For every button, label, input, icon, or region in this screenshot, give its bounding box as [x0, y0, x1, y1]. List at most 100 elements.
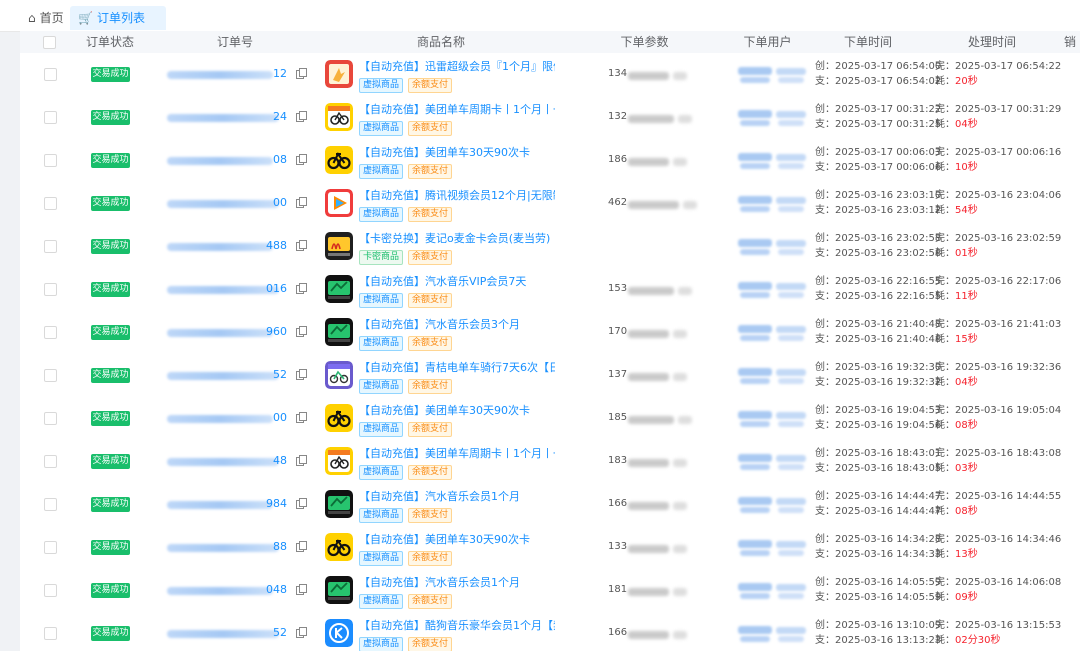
- product-name-link[interactable]: 【卡密兑换】麦记o麦金卡会员(麦当劳)『1个月』: [359, 230, 555, 246]
- order-user[interactable]: [738, 194, 808, 214]
- order-user[interactable]: [738, 452, 808, 472]
- row-checkbox[interactable]: [44, 326, 57, 339]
- copy-icon[interactable]: [296, 369, 307, 380]
- table-row[interactable]: 交易成功 048 【自动充值】汽水音乐会员1个月 虚拟商品 余额支付 181 创：…: [20, 569, 1080, 613]
- table-header: 订单状态 订单号 商品名称 下单参数 下单用户 下单时间 处理时间 销: [20, 31, 1080, 54]
- row-checkbox[interactable]: [44, 240, 57, 253]
- order-user[interactable]: [738, 323, 808, 343]
- order-number[interactable]: 52: [167, 626, 307, 639]
- row-checkbox[interactable]: [44, 369, 57, 382]
- pay-method-tag: 余额支付: [408, 293, 453, 308]
- tab-home[interactable]: ⌂ 首页: [20, 6, 72, 30]
- table-row[interactable]: 交易成功 52 【自动充值】青桔电单车骑行7天6次【日限4次】 虚拟商品余额支付…: [20, 354, 1080, 398]
- product-name-link[interactable]: 【自动充值】迅雷超级会员『1个月』限价30: [359, 58, 555, 74]
- copy-icon[interactable]: [296, 627, 307, 638]
- product-name-link[interactable]: 【自动充值】汽水音乐会员1个月: [359, 574, 555, 590]
- order-user[interactable]: [738, 366, 808, 386]
- row-checkbox[interactable]: [44, 498, 57, 511]
- table-row[interactable]: 交易成功 984 【自动充值】汽水音乐会员1个月 虚拟商品 余额支付 166 创：…: [20, 483, 1080, 527]
- order-user[interactable]: [738, 409, 808, 429]
- row-checkbox[interactable]: [44, 68, 57, 81]
- order-number[interactable]: 00: [167, 411, 307, 424]
- order-user[interactable]: [738, 65, 808, 85]
- done-time: 2025-03-16 19:05:04: [955, 405, 1062, 416]
- product-name-link[interactable]: 【自动充值】汽水音乐会员1个月: [359, 488, 555, 504]
- copy-icon[interactable]: [296, 240, 307, 251]
- table-row[interactable]: 交易成功 12 【自动充值】迅雷超级会员『1个月』限价30 虚拟商品余额支付 1…: [20, 53, 1080, 97]
- table-row[interactable]: 交易成功 00 【自动充值】美团单车30天90次卡 虚拟商品 余额支付 185 创…: [20, 397, 1080, 441]
- row-checkbox[interactable]: [44, 111, 57, 124]
- table-row[interactable]: 交易成功 488 【卡密兑换】麦记o麦金卡会员(麦当劳)『1个月』 卡密商品余额…: [20, 225, 1080, 269]
- col-more[interactable]: 销: [1060, 31, 1080, 53]
- col-product[interactable]: 商品名称: [320, 31, 562, 53]
- order-number[interactable]: 24: [167, 110, 307, 123]
- order-number[interactable]: 00: [167, 196, 307, 209]
- order-number[interactable]: 488: [167, 239, 307, 252]
- copy-icon[interactable]: [296, 541, 307, 552]
- param-prefix: 166: [608, 627, 628, 638]
- product-name-link[interactable]: 【自动充值】美团单车30天90次卡: [359, 531, 555, 547]
- table-row[interactable]: 交易成功 88 【自动充值】美团单车30天90次卡 虚拟商品 余额支付 133 创…: [20, 526, 1080, 570]
- row-checkbox[interactable]: [44, 197, 57, 210]
- col-user[interactable]: 下单用户: [727, 31, 808, 53]
- order-user[interactable]: [738, 237, 808, 257]
- row-checkbox[interactable]: [44, 154, 57, 167]
- copy-icon[interactable]: [296, 111, 307, 122]
- order-number[interactable]: 048: [167, 583, 307, 596]
- col-params[interactable]: 下单参数: [562, 31, 727, 53]
- col-order-no[interactable]: 订单号: [150, 31, 320, 53]
- order-user[interactable]: [738, 151, 808, 171]
- row-checkbox[interactable]: [44, 412, 57, 425]
- order-number[interactable]: 016: [167, 282, 307, 295]
- copy-icon[interactable]: [296, 283, 307, 294]
- product-name-link[interactable]: 【自动充值】美团单车周期卡丨1个月丨一天两次: [359, 445, 555, 461]
- table-row[interactable]: 交易成功 08 【自动充值】美团单车30天90次卡 虚拟商品 余额支付 186 创…: [20, 139, 1080, 183]
- product-name-link[interactable]: 【自动充值】美团单车30天90次卡: [359, 144, 555, 160]
- product-name-link[interactable]: 【自动充值】青桔电单车骑行7天6次【日限4次】: [359, 359, 555, 375]
- order-user[interactable]: [738, 280, 808, 300]
- row-checkbox[interactable]: [44, 627, 57, 640]
- col-process[interactable]: 处理时间: [928, 31, 1056, 53]
- order-number[interactable]: 12: [167, 67, 307, 80]
- product-name-link[interactable]: 【自动充值】美团单车周期卡丨1个月丨一天两次: [359, 101, 555, 117]
- order-number[interactable]: 52: [167, 368, 307, 381]
- copy-icon[interactable]: [296, 412, 307, 423]
- order-user[interactable]: [738, 624, 808, 644]
- row-checkbox[interactable]: [44, 283, 57, 296]
- row-checkbox[interactable]: [44, 455, 57, 468]
- table-row[interactable]: 交易成功 016 【自动充值】汽水音乐VIP会员7天 虚拟商品 余额支付 153 …: [20, 268, 1080, 312]
- product-name-link[interactable]: 【自动充值】酷狗音乐豪华会员1个月【禁止抖音】: [359, 617, 555, 633]
- row-checkbox[interactable]: [44, 541, 57, 554]
- order-user[interactable]: [738, 495, 808, 515]
- order-user[interactable]: [738, 538, 808, 558]
- row-checkbox[interactable]: [44, 584, 57, 597]
- created-label: 创：: [815, 577, 835, 588]
- copy-icon[interactable]: [296, 154, 307, 165]
- col-time[interactable]: 下单时间: [808, 31, 928, 53]
- table-row[interactable]: 交易成功 48 【自动充值】美团单车周期卡丨1个月丨一天两次 虚拟商品余额支付 …: [20, 440, 1080, 484]
- copy-icon[interactable]: [296, 584, 307, 595]
- copy-icon[interactable]: [296, 326, 307, 337]
- col-status[interactable]: 订单状态: [70, 31, 150, 53]
- table-row[interactable]: 交易成功 00 【自动充值】腾讯视频会员12个月|无限制 虚拟商品 余额支付 46…: [20, 182, 1080, 226]
- order-number[interactable]: 88: [167, 540, 307, 553]
- order-user[interactable]: [738, 581, 808, 601]
- order-number[interactable]: 960: [167, 325, 307, 338]
- copy-icon[interactable]: [296, 197, 307, 208]
- product-name-link[interactable]: 【自动充值】汽水音乐会员3个月: [359, 316, 555, 332]
- tab-order-list[interactable]: 🛒订单列表×: [70, 6, 166, 49]
- copy-icon[interactable]: [296, 498, 307, 509]
- order-number[interactable]: 08: [167, 153, 307, 166]
- order-number[interactable]: 984: [167, 497, 307, 510]
- table-row[interactable]: 交易成功 52 【自动充值】酷狗音乐豪华会员1个月【禁止抖音】 虚拟商品余额支付…: [20, 612, 1080, 651]
- copy-icon[interactable]: [296, 455, 307, 466]
- table-row[interactable]: 交易成功 24 【自动充值】美团单车周期卡丨1个月丨一天两次 虚拟商品余额支付 …: [20, 96, 1080, 140]
- order-number[interactable]: 48: [167, 454, 307, 467]
- order-user[interactable]: [738, 108, 808, 128]
- product-name-link[interactable]: 【自动充值】腾讯视频会员12个月|无限制: [359, 187, 555, 203]
- select-all-checkbox[interactable]: [42, 31, 56, 53]
- table-row[interactable]: 交易成功 960 【自动充值】汽水音乐会员3个月 虚拟商品 余额支付 170 创：…: [20, 311, 1080, 355]
- product-name-link[interactable]: 【自动充值】美团单车30天90次卡: [359, 402, 555, 418]
- product-name-link[interactable]: 【自动充值】汽水音乐VIP会员7天: [359, 273, 555, 289]
- copy-icon[interactable]: [296, 68, 307, 79]
